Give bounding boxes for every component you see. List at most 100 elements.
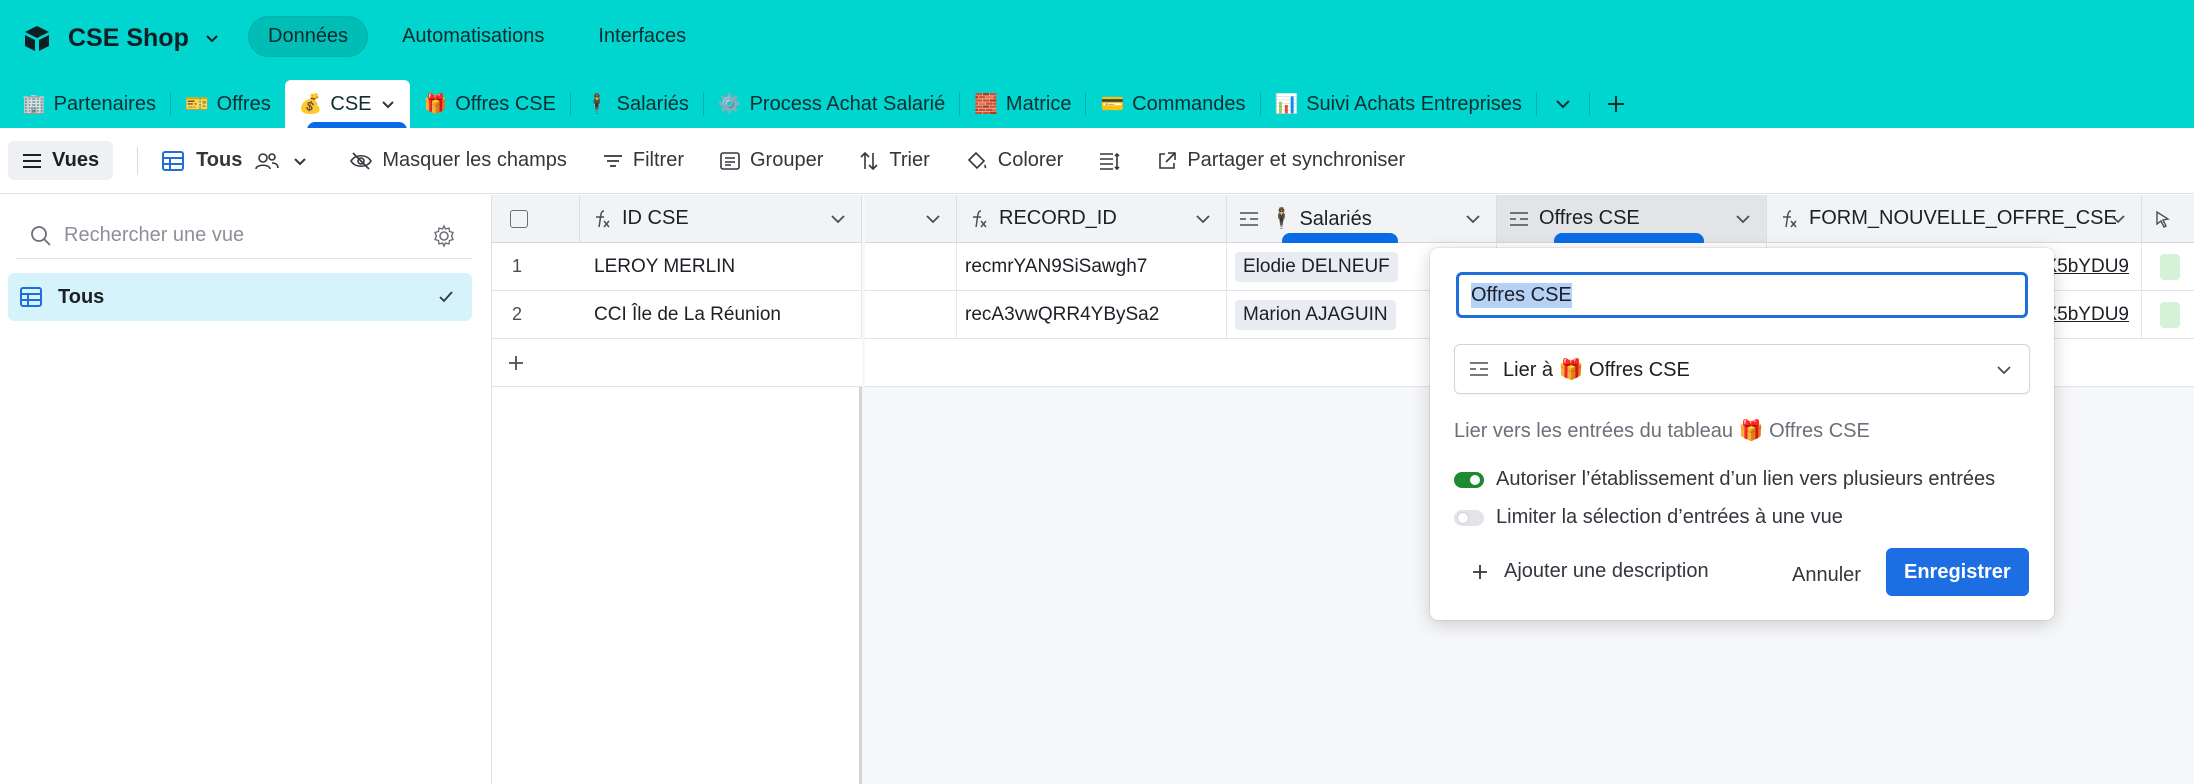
table-cell[interactable] xyxy=(2142,291,2194,339)
chevron-down-icon xyxy=(1556,100,1570,109)
field-name-input[interactable]: Offres CSE xyxy=(1456,272,2028,318)
cursor-icon xyxy=(2156,210,2170,228)
base-name: CSE Shop xyxy=(68,23,189,52)
form-link[interactable]: X5bYDU9 xyxy=(2045,304,2130,326)
column-header-hidden[interactable] xyxy=(865,195,957,243)
table-cell[interactable]: recA3vwQRR4YBySa2 xyxy=(957,291,1227,339)
toggle-knob xyxy=(1458,512,1468,523)
tab-commandes[interactable]: 💳 Commandes xyxy=(1086,80,1259,128)
chevron-down-icon xyxy=(831,215,845,224)
filter-icon xyxy=(603,154,622,167)
color-label: Colorer xyxy=(997,149,1064,171)
group-label: Grouper xyxy=(750,149,824,171)
base-switcher[interactable]: CSE Shop xyxy=(20,18,221,58)
field-name-value: Offres CSE xyxy=(1471,282,1572,308)
chevron-down-icon xyxy=(1997,366,2011,375)
add-table-button[interactable] xyxy=(1590,80,1642,128)
tab-label: Suivi Achats Entreprises xyxy=(1306,92,1522,115)
current-view-button[interactable]: Tous xyxy=(162,149,308,172)
tab-label: Salariés xyxy=(616,92,689,115)
linked-record-chip[interactable]: Elodie DELNEUF xyxy=(1235,251,1398,282)
gear-icon: ⚙️ xyxy=(717,94,742,115)
table-cell[interactable]: LEROY MERLIN xyxy=(580,243,862,291)
nav-interfaces[interactable]: Interfaces xyxy=(578,16,706,57)
link-field-icon xyxy=(1470,362,1488,376)
sort-button[interactable]: Trier xyxy=(859,149,930,172)
color-button[interactable]: Colorer xyxy=(966,149,1064,172)
view-toolbar: Vues Tous Masquer les champs Filtrer Gro… xyxy=(0,128,2194,194)
limit-view-option: Limiter la sélection d’entrées à une vue xyxy=(1454,506,1843,529)
table-cell[interactable] xyxy=(2142,243,2194,291)
ticket-icon: 🎫 xyxy=(184,94,209,115)
column-header-id-cse[interactable]: ID CSE xyxy=(580,195,862,243)
plus-icon xyxy=(1607,96,1624,112)
views-toggle-button[interactable]: Vues xyxy=(8,141,114,180)
option-label: Autoriser l’établissement d’un lien vers… xyxy=(1496,468,1996,490)
tab-cse[interactable]: 💰 CSE xyxy=(284,80,410,138)
table-cell[interactable]: recmrYAN9SiSawgh7 xyxy=(957,243,1227,291)
plus-icon xyxy=(1473,564,1487,579)
nav-automatisations[interactable]: Automatisations xyxy=(382,16,564,57)
cancel-button[interactable]: Annuler xyxy=(1780,552,1873,598)
more-tables-button[interactable] xyxy=(1537,80,1589,128)
users-icon xyxy=(255,152,280,169)
person-icon: 🕴️ xyxy=(584,94,609,115)
search-view-input[interactable] xyxy=(64,224,424,247)
table-cell[interactable] xyxy=(865,291,957,339)
chevron-down-icon xyxy=(1196,215,1210,224)
column-title: ID CSE xyxy=(622,207,689,229)
chevron-down-icon xyxy=(1466,215,1480,224)
paint-bucket-icon xyxy=(967,151,987,169)
select-all-header xyxy=(492,195,580,243)
building-icon: 🏢 xyxy=(22,94,46,115)
view-label: Tous xyxy=(58,285,105,308)
tab-matrice[interactable]: 🧱 Matrice xyxy=(960,80,1085,128)
formula-icon xyxy=(1783,209,1797,227)
add-description-button[interactable]: Ajouter une description xyxy=(1470,560,1709,583)
limit-view-toggle[interactable] xyxy=(1454,509,1484,526)
tab-process-achat[interactable]: ⚙️ Process Achat Salarié xyxy=(704,80,959,128)
column-header-form-nouvelle-offre[interactable]: FORM_NOUVELLE_OFFRE_CSE xyxy=(1767,195,2142,243)
row-height-button[interactable] xyxy=(1099,152,1121,170)
tab-offres[interactable]: 🎫 Offres xyxy=(171,80,285,128)
chevron-down-icon[interactable] xyxy=(380,96,396,112)
add-row-button[interactable] xyxy=(492,339,862,387)
formula-icon xyxy=(973,209,987,227)
share-sync-button[interactable]: Partager et synchroniser xyxy=(1157,149,1405,172)
column-header-partial[interactable] xyxy=(2142,195,2194,243)
share-label: Partager et synchroniser xyxy=(1187,149,1406,171)
money-bag-icon: 💰 xyxy=(298,94,323,115)
app-header: CSE Shop Données Automatisations Interfa… xyxy=(0,0,2194,138)
allow-multiple-toggle[interactable] xyxy=(1454,471,1484,488)
linked-record-chip[interactable]: Marion AJAGUIN xyxy=(1235,299,1396,330)
column-title: 🕴️ Salariés xyxy=(1269,208,1372,230)
option-label: Limiter la sélection d’entrées à une vue xyxy=(1496,506,1843,528)
field-help-text: Lier vers les entrées du tableau 🎁 Offre… xyxy=(1454,420,1870,442)
gear-icon[interactable] xyxy=(432,224,456,248)
hide-fields-button[interactable]: Masquer les champs xyxy=(350,149,567,172)
table-cell[interactable] xyxy=(865,243,957,291)
save-button[interactable]: Enregistrer xyxy=(1886,548,2029,596)
select-all-checkbox[interactable] xyxy=(510,209,528,228)
table-cell[interactable]: CCI Île de La Réunion xyxy=(580,291,862,339)
tab-offres-cse[interactable]: 🎁 Offres CSE xyxy=(410,80,570,128)
group-icon xyxy=(720,151,740,170)
column-header-record-id[interactable]: RECORD_ID xyxy=(957,195,1227,243)
tab-label: Commandes xyxy=(1132,92,1246,115)
sidebar-view-tous[interactable]: Tous xyxy=(8,273,472,321)
top-nav: Données Automatisations Interfaces xyxy=(248,16,706,57)
tab-salaries[interactable]: 🕴️ Salariés xyxy=(571,80,703,128)
hamburger-icon xyxy=(23,153,41,168)
tab-label: CSE xyxy=(330,92,372,115)
field-type-select[interactable]: Lier à 🎁 Offres CSE xyxy=(1454,344,2030,394)
group-button[interactable]: Grouper xyxy=(720,149,823,172)
tab-partenaires[interactable]: 🏢 Partenaires xyxy=(8,80,170,128)
tab-label: Process Achat Salarié xyxy=(749,92,946,115)
chevron-down-icon xyxy=(926,215,940,224)
chevron-down-icon xyxy=(1736,215,1750,224)
nav-donnees[interactable]: Données xyxy=(248,16,369,57)
search-icon xyxy=(31,225,51,246)
form-link[interactable]: X5bYDU9 xyxy=(2045,256,2130,278)
filter-button[interactable]: Filtrer xyxy=(603,149,684,172)
tab-suivi-achats[interactable]: 📊 Suivi Achats Entreprises xyxy=(1261,80,1536,128)
